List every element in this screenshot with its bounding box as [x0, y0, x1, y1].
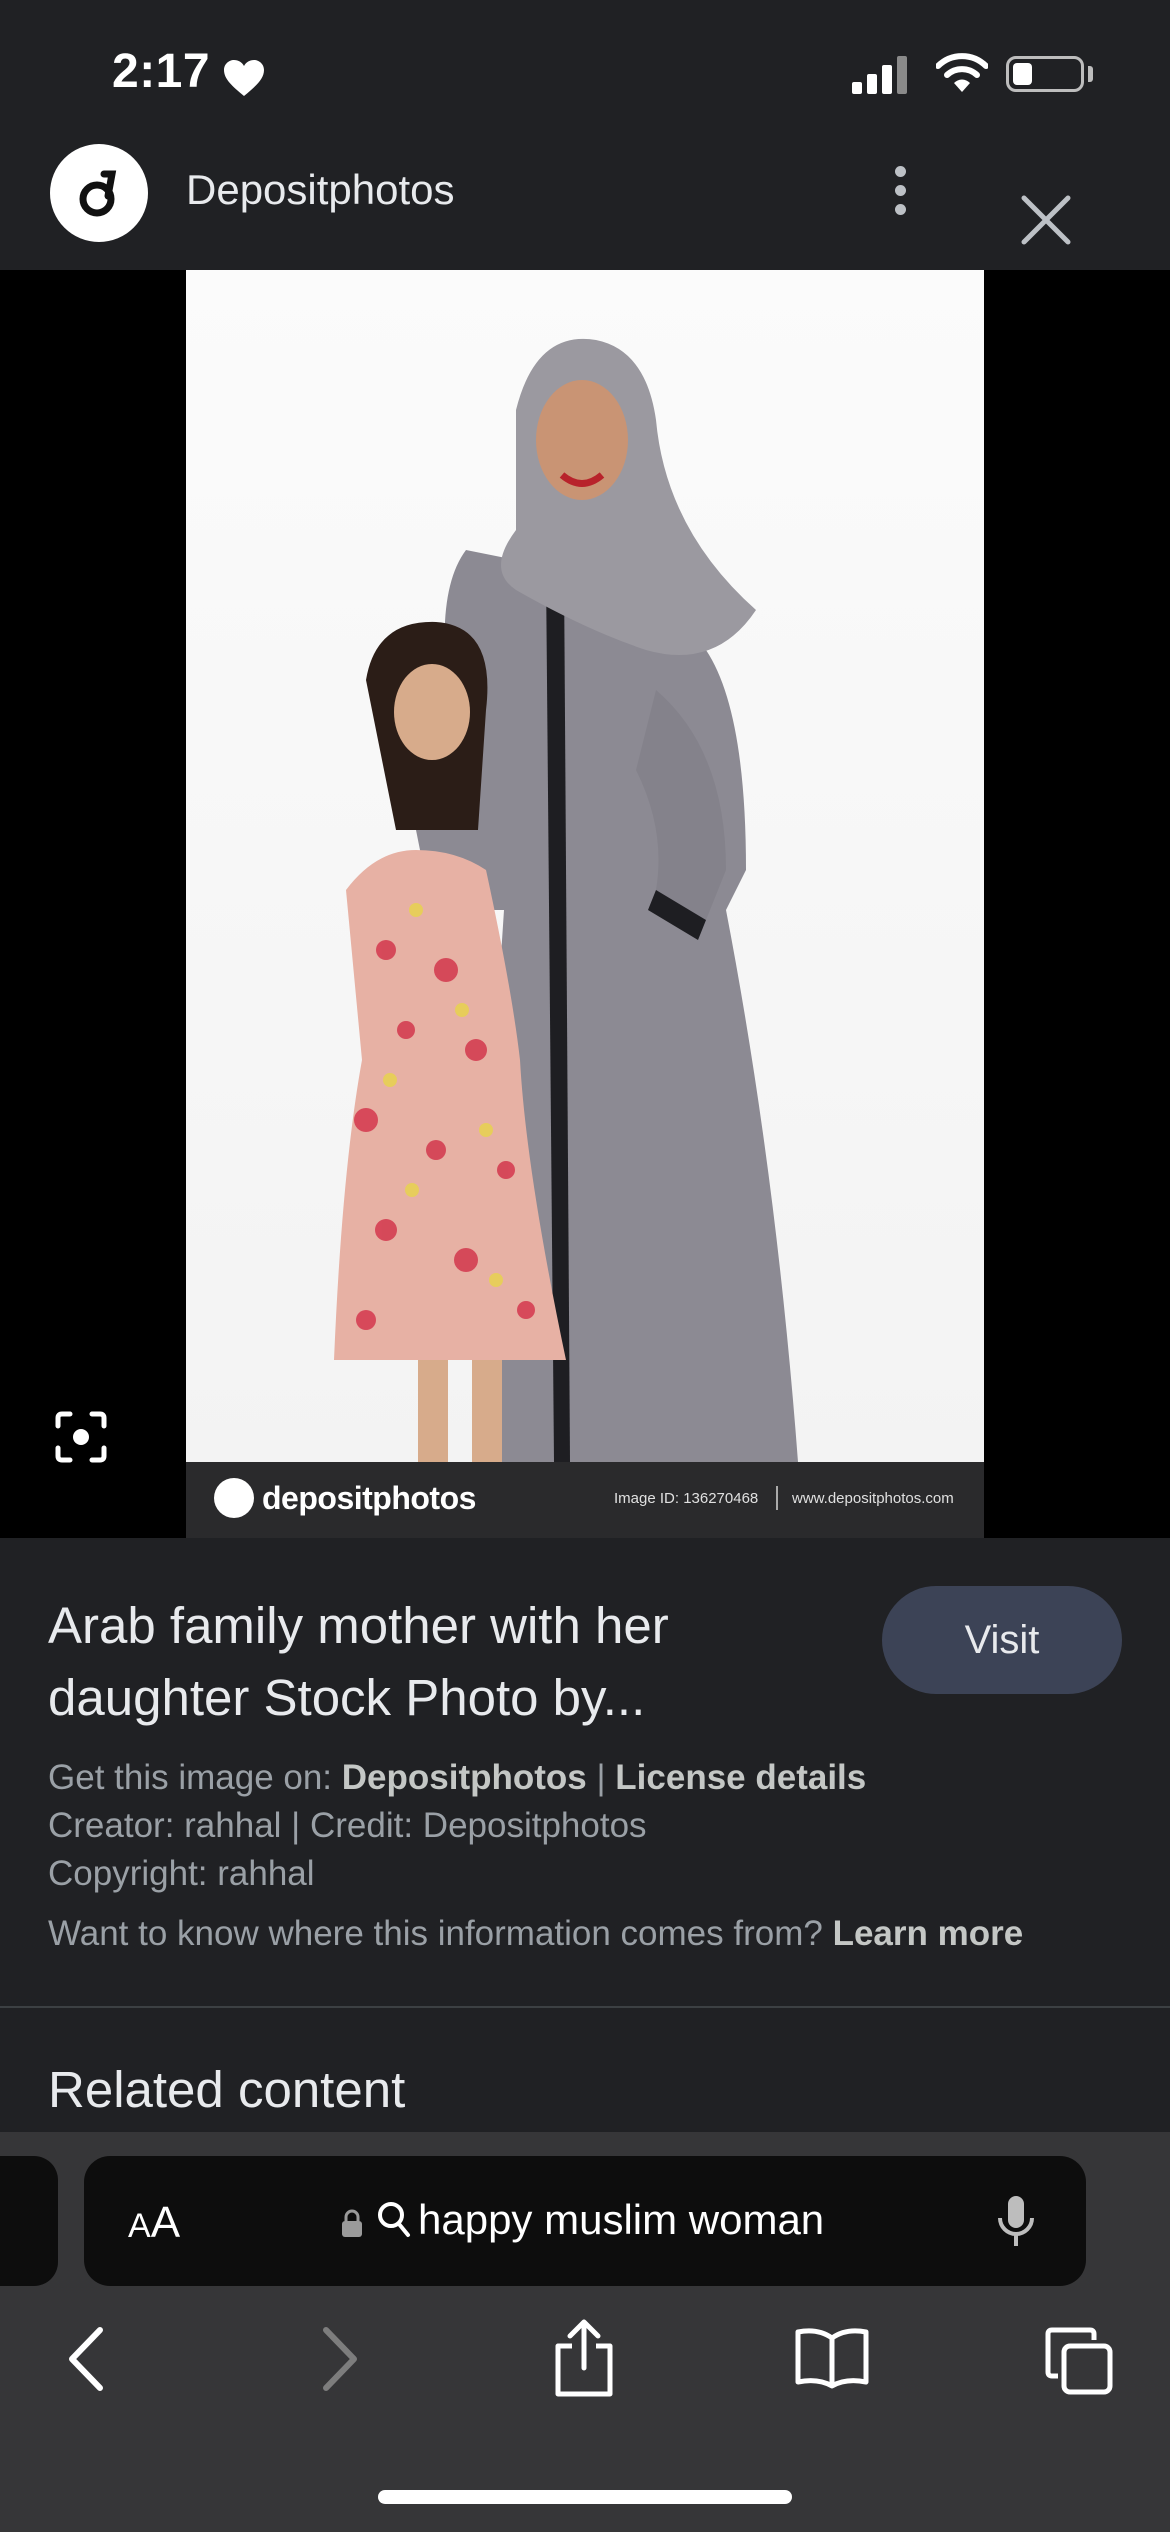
lens-search-icon[interactable] — [54, 1410, 108, 1464]
back-icon[interactable] — [66, 2326, 106, 2392]
text-size-big: A — [150, 2198, 181, 2247]
photo-illustration — [334, 338, 798, 1462]
status-time: 2:17 — [112, 45, 211, 98]
search-icon — [378, 2202, 410, 2237]
text-size-small: A — [128, 2207, 151, 2245]
site-name[interactable]: Depositphotos — [186, 166, 455, 214]
visit-button[interactable]: Visit — [882, 1586, 1122, 1694]
lock-icon — [342, 2209, 362, 2237]
source-link[interactable]: Depositphotos — [342, 1758, 587, 1797]
image-id: Image ID: 136270468 — [614, 1490, 759, 1507]
more-options-icon[interactable] — [886, 160, 916, 220]
home-indicator[interactable] — [378, 2490, 792, 2504]
cellular-signal-icon — [852, 56, 907, 94]
stock-photo[interactable] — [186, 270, 984, 1462]
previous-tab-preview[interactable] — [0, 2156, 58, 2286]
close-icon[interactable] — [1018, 192, 1074, 248]
watermark-brand: depositphotos — [262, 1480, 476, 1516]
wifi-icon — [936, 53, 988, 92]
related-content-heading: Related content — [48, 2061, 406, 2118]
forward-icon[interactable] — [320, 2326, 360, 2392]
address-bar-query[interactable]: happy muslim woman — [418, 2196, 824, 2244]
watermark-divider — [776, 1486, 778, 1510]
battery-cap — [1088, 66, 1093, 82]
share-icon[interactable] — [552, 2318, 616, 2398]
heart-icon — [224, 60, 264, 96]
watermark-logo-icon — [214, 1478, 254, 1518]
image-title[interactable]: Arab family mother with her daughter Sto… — [48, 1590, 808, 1734]
creator-credit-line: Creator: rahhal | Credit: Depositphotos — [48, 1806, 647, 1845]
license-details-link[interactable]: License details — [615, 1758, 866, 1797]
bookmarks-icon[interactable] — [794, 2326, 870, 2390]
source-separator: | — [586, 1758, 616, 1797]
learn-more-link[interactable]: Learn more — [833, 1914, 1024, 1953]
get-image-prefix: Get this image on: — [48, 1758, 342, 1797]
tabs-icon[interactable] — [1044, 2326, 1114, 2396]
section-divider — [0, 2006, 1170, 2008]
depositphotos-logo-icon[interactable] — [50, 144, 148, 242]
battery-icon — [1006, 56, 1084, 92]
text-size-button[interactable]: AA — [128, 2198, 180, 2248]
watermark-site-url: www.depositphotos.com — [792, 1490, 954, 1507]
copyright-line: Copyright: rahhal — [48, 1854, 315, 1893]
info-source-prefix: Want to know where this information come… — [48, 1914, 833, 1953]
get-image-line: Get this image on: Depositphotos | Licen… — [48, 1758, 866, 1798]
info-source-line: Want to know where this information come… — [48, 1914, 1023, 1954]
microphone-icon[interactable] — [996, 2194, 1036, 2250]
